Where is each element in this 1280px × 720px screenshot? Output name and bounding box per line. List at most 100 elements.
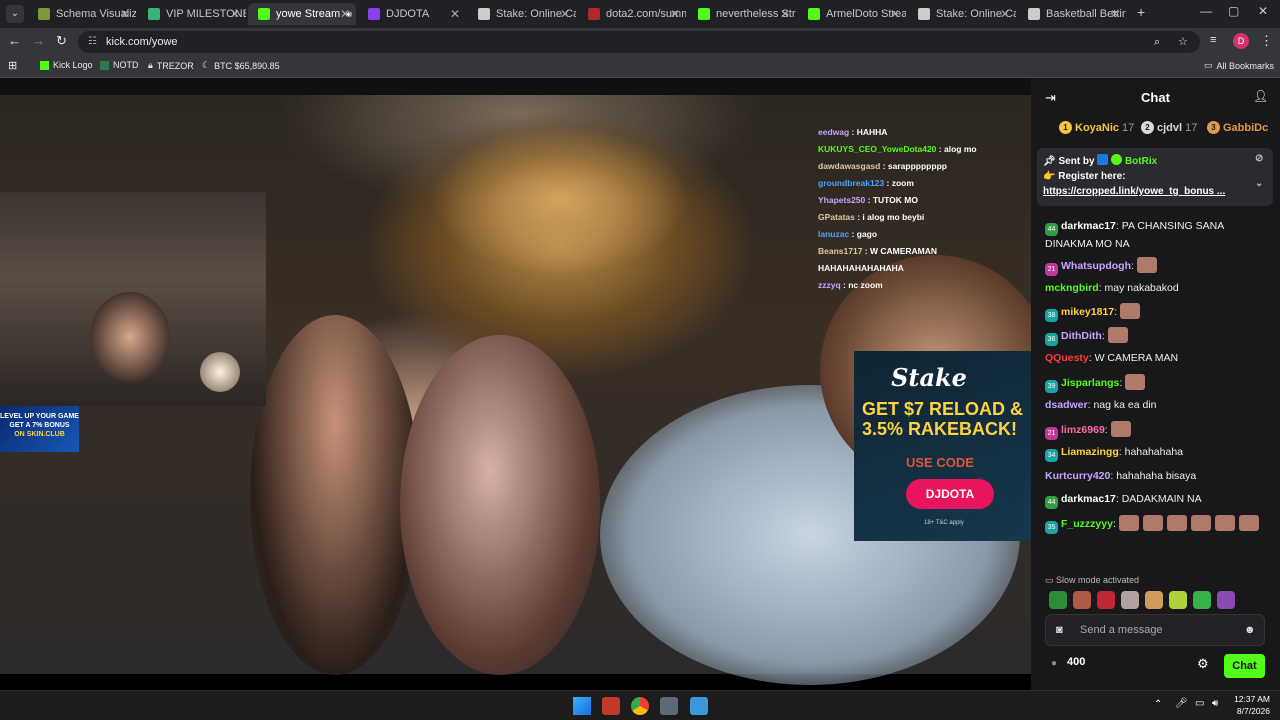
back-icon[interactable]: ← [8, 33, 21, 48]
browser-tab[interactable]: dota2.com/summ ✕ [578, 3, 686, 25]
browser-tab[interactable]: Stake: Online Cas ✕ [468, 3, 576, 25]
calculator-icon[interactable] [660, 697, 678, 715]
tray-chevron-icon[interactable]: ⌃ [1154, 699, 1162, 710]
bookmark-notd[interactable]: NOTD [100, 60, 139, 70]
chat-username[interactable]: DithDith [1061, 330, 1102, 342]
chat-emote-icon[interactable] [1238, 515, 1259, 531]
quick-emote-icon[interactable] [1097, 591, 1115, 609]
network-icon[interactable]: ▭ [1195, 698, 1204, 709]
chat-emote-icon[interactable] [1142, 515, 1163, 531]
hide-pin-icon[interactable]: ⊘ [1255, 153, 1263, 164]
leaderboard-entry[interactable]: 1 KoyaNic 17 [1059, 121, 1134, 134]
close-tab-icon[interactable]: ✕ [1000, 7, 1010, 21]
chat-username[interactable]: QQuesty [1045, 352, 1089, 364]
smile-icon[interactable]: ☻ [1244, 615, 1256, 645]
chat-username[interactable]: limz6969 [1061, 424, 1105, 436]
bookmark-star-icon[interactable]: ☆ [1178, 31, 1188, 53]
browser-tab[interactable]: Stake: Online Cas ✕ [908, 3, 1016, 25]
zoom-icon[interactable]: ⌕ [1154, 31, 1160, 53]
chat-message-input[interactable]: ◙ Send a message ☻ [1045, 614, 1265, 646]
close-window-button[interactable]: ✕ [1258, 4, 1268, 18]
expand-pin-icon[interactable]: ⌄ [1255, 178, 1263, 189]
chat-username[interactable]: mckngbird [1045, 282, 1099, 294]
close-tab-icon[interactable]: ✕ [1110, 7, 1120, 21]
close-tab-icon[interactable]: ✕ [560, 7, 570, 21]
chat-username[interactable]: darkmac17 [1061, 220, 1116, 232]
all-bookmarks[interactable]: ▭ All Bookmarks [1204, 60, 1274, 71]
windows-start-icon[interactable] [573, 697, 591, 715]
tab-search-icon[interactable]: ⌄ [6, 5, 24, 23]
quick-emote-icon[interactable] [1121, 591, 1139, 609]
browser-tab[interactable]: ArmelDoto Stream✕ [798, 3, 906, 25]
site-info-icon[interactable]: ☷ [88, 31, 97, 53]
url-input[interactable]: ☷ kick.com/yowe ⌕ ☆ [78, 31, 1200, 53]
tab-strip-icon[interactable]: ≡ [1210, 34, 1216, 46]
browser-tab[interactable]: nevertheless Stre ✕ [688, 3, 796, 25]
skinclub-ad[interactable]: LEVEL UP YOUR GAME GET A 7% BONUS ON SKI… [0, 406, 79, 452]
send-chat-button[interactable]: Chat [1224, 654, 1265, 678]
browser-tab[interactable]: yowe Stream 🔊︎ ✕ [248, 3, 356, 25]
quick-emote-icon[interactable] [1169, 591, 1187, 609]
users-icon[interactable]: 👤︎ [1253, 89, 1268, 103]
chat-username[interactable]: darkmac17 [1061, 493, 1116, 505]
chat-settings-icon[interactable]: ⚙ [1197, 656, 1209, 672]
chat-emote-icon[interactable] [1119, 303, 1140, 319]
browser-tab[interactable]: VIP MILESTONE ✕ [138, 3, 246, 25]
bookmark-kick-logo[interactable]: Kick Logo [40, 60, 93, 70]
chat-emote-icon[interactable] [1214, 515, 1235, 531]
chat-username[interactable]: Whatsupdogh [1061, 260, 1131, 272]
leaderboard-entry[interactable]: 3 GabbiDc [1207, 121, 1271, 134]
video-player[interactable]: eedwag : HAHHA KUKUYS_CEO_YoweDota420 : a… [0, 78, 1050, 685]
bookmark-trezor[interactable]: 🔒︎ TREZOR [148, 60, 194, 71]
chat-username[interactable]: mikey1817 [1061, 306, 1114, 318]
system-clock[interactable]: 12:37 AM 8/7/2026 [1226, 693, 1270, 717]
reload-icon[interactable]: ↻ [56, 33, 67, 49]
quick-emote-icon[interactable] [1073, 591, 1091, 609]
volume-icon[interactable]: 🔊︎ [1212, 698, 1218, 709]
new-tab-button[interactable]: + [1137, 4, 1145, 20]
channel-points[interactable]: 400 [1067, 656, 1085, 668]
browser-menu-icon[interactable]: ⋮ [1260, 33, 1273, 49]
minimize-button[interactable]: — [1200, 4, 1212, 18]
stake-ad-banner[interactable]: Stake GET $7 RELOAD & 3.5% RAKEBACK! USE… [854, 351, 1044, 541]
apps-grid-icon[interactable]: ⊞ [8, 59, 17, 72]
microphone-icon[interactable]: 🎤︎ [1175, 698, 1188, 709]
pinned-message[interactable]: 📌︎ Sent by BotRix ⊘ 👉 Register here: htt… [1037, 148, 1273, 206]
chrome-icon[interactable] [631, 697, 649, 715]
chat-emote-icon[interactable] [1136, 257, 1157, 273]
close-tab-icon[interactable]: ✕ [780, 7, 790, 21]
chat-username[interactable]: Jisparlangs [1061, 377, 1119, 389]
quick-emote-icon[interactable] [1193, 591, 1211, 609]
chat-username[interactable]: dsadwer [1045, 399, 1088, 411]
chat-username[interactable]: Kurtcurry420 [1045, 470, 1110, 482]
chat-username[interactable]: Liamazingg [1061, 446, 1119, 458]
browser-tab[interactable]: DJDOTA ✕ [358, 3, 466, 25]
chat-emote-icon[interactable] [1110, 421, 1131, 437]
chat-username[interactable]: F_uzzzyyy [1061, 518, 1113, 530]
emote-picker-icon[interactable]: ◙ [1056, 615, 1063, 645]
profile-avatar[interactable]: D [1233, 33, 1249, 49]
bookmark-btc[interactable]: ☾ BTC $65,890.85 [202, 60, 280, 71]
close-tab-icon[interactable]: ✕ [340, 7, 350, 21]
close-tab-icon[interactable]: ✕ [450, 7, 460, 21]
chat-emote-icon[interactable] [1125, 374, 1146, 390]
browser-tab[interactable]: Schema Visualize ✕ [28, 3, 136, 25]
chat-emote-icon[interactable] [1166, 515, 1187, 531]
pinned-link[interactable]: https://cropped.link/yowe_tg_bonus ... [1043, 186, 1225, 197]
leaderboard-entry[interactable]: 2 cjdvl 17 [1141, 121, 1197, 134]
maximize-button[interactable]: ▢ [1228, 4, 1239, 18]
quick-emote-icon[interactable] [1049, 591, 1067, 609]
browser-tab[interactable]: Basketball Betting ✕ [1018, 3, 1126, 25]
close-tab-icon[interactable]: ✕ [890, 7, 900, 21]
stake-code-button[interactable]: DJDOTA [906, 479, 994, 509]
chat-emote-icon[interactable] [1190, 515, 1211, 531]
app-red-icon[interactable] [602, 697, 620, 715]
quick-emote-icon[interactable] [1145, 591, 1163, 609]
quick-emote-icon[interactable] [1217, 591, 1235, 609]
close-tab-icon[interactable]: ✕ [670, 7, 680, 21]
close-tab-icon[interactable]: ✕ [230, 7, 240, 21]
notepad-icon[interactable] [690, 697, 708, 715]
chat-emote-icon[interactable] [1107, 327, 1128, 343]
close-tab-icon[interactable]: ✕ [120, 7, 130, 21]
chat-emote-icon[interactable] [1118, 515, 1139, 531]
